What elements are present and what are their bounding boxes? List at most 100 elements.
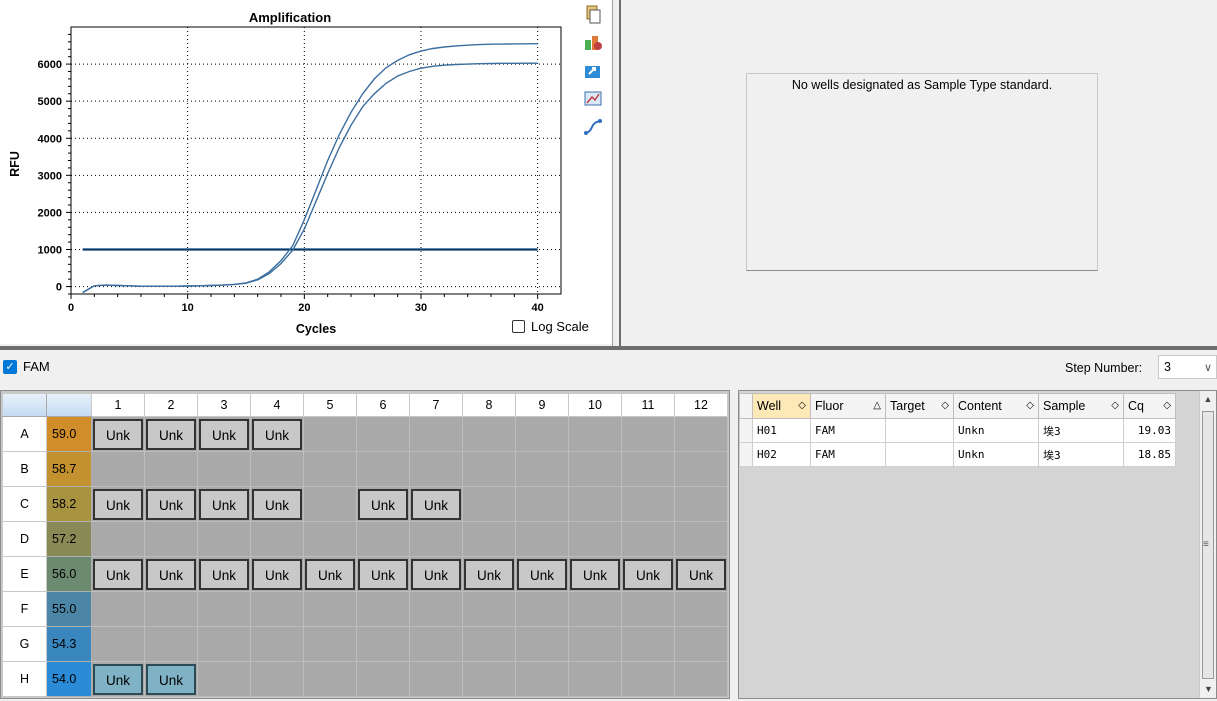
plate-well[interactable] bbox=[515, 661, 569, 697]
plate-well[interactable] bbox=[515, 591, 569, 627]
plate-well[interactable]: Unk bbox=[568, 556, 622, 592]
plot-area[interactable] bbox=[70, 26, 562, 295]
plate-row-header[interactable]: G bbox=[2, 626, 47, 662]
plate-well[interactable] bbox=[462, 626, 516, 662]
plate-column-header[interactable]: 1 bbox=[91, 393, 145, 417]
copy-icon[interactable] bbox=[582, 4, 604, 26]
plate-well[interactable] bbox=[515, 416, 569, 452]
column-header-target[interactable]: Target ◇ bbox=[885, 393, 954, 419]
plate-well[interactable] bbox=[197, 661, 251, 697]
plate-well[interactable] bbox=[409, 451, 463, 487]
plate-well[interactable]: Unk bbox=[197, 416, 251, 452]
plate-well[interactable] bbox=[568, 416, 622, 452]
plate-well[interactable] bbox=[515, 521, 569, 557]
plate-well[interactable] bbox=[197, 451, 251, 487]
plate-well[interactable] bbox=[621, 591, 675, 627]
plate-column-header[interactable]: 6 bbox=[356, 393, 410, 417]
plate-well[interactable] bbox=[197, 626, 251, 662]
plate-well[interactable] bbox=[568, 521, 622, 557]
plate-well[interactable] bbox=[409, 416, 463, 452]
plate-well[interactable]: Unk bbox=[91, 556, 145, 592]
plate-well[interactable] bbox=[674, 661, 728, 697]
plate-well[interactable]: Unk bbox=[144, 556, 198, 592]
plate-well[interactable] bbox=[144, 626, 198, 662]
plate-well[interactable]: Unk bbox=[356, 556, 410, 592]
plate-well[interactable] bbox=[356, 661, 410, 697]
sort-icon[interactable]: ◇ bbox=[798, 400, 806, 411]
column-header-cq[interactable]: Cq ◇ bbox=[1123, 393, 1176, 419]
scroll-up-icon[interactable]: ▲ bbox=[1200, 391, 1216, 408]
plate-well[interactable] bbox=[303, 521, 357, 557]
plate-well[interactable] bbox=[356, 451, 410, 487]
plate-column-header[interactable]: 10 bbox=[568, 393, 622, 417]
plate-well[interactable]: Unk bbox=[303, 556, 357, 592]
plate-well[interactable]: Unk bbox=[144, 416, 198, 452]
scroll-down-icon[interactable]: ▼ bbox=[1200, 681, 1217, 698]
plate-well[interactable]: Unk bbox=[515, 556, 569, 592]
plate-well[interactable] bbox=[356, 521, 410, 557]
plate-well[interactable] bbox=[356, 416, 410, 452]
plate-well[interactable]: Unk bbox=[250, 486, 304, 522]
step-number-select[interactable]: 3 ∨ bbox=[1158, 355, 1217, 379]
horizontal-splitter[interactable] bbox=[0, 346, 1217, 350]
plate-well[interactable] bbox=[144, 521, 198, 557]
plate-well[interactable] bbox=[356, 591, 410, 627]
plate-well[interactable] bbox=[621, 661, 675, 697]
plate-well[interactable] bbox=[303, 626, 357, 662]
plate-well[interactable] bbox=[91, 521, 145, 557]
plate-well[interactable] bbox=[621, 626, 675, 662]
plate-well[interactable] bbox=[144, 451, 198, 487]
plate-well[interactable] bbox=[356, 626, 410, 662]
column-header-well[interactable]: Well ◇ bbox=[752, 393, 811, 419]
plate-well[interactable] bbox=[568, 591, 622, 627]
plate-well[interactable] bbox=[515, 626, 569, 662]
plate-column-header[interactable]: 5 bbox=[303, 393, 357, 417]
log-scale-toggle[interactable]: Log Scale bbox=[512, 319, 589, 334]
plate-column-header[interactable]: 11 bbox=[621, 393, 675, 417]
plate-well[interactable]: Unk bbox=[621, 556, 675, 592]
plate-row-header[interactable]: C bbox=[2, 486, 47, 522]
row-selector[interactable] bbox=[739, 442, 753, 467]
plate-well[interactable]: Unk bbox=[91, 416, 145, 452]
plate-well[interactable]: Unk bbox=[674, 556, 728, 592]
results-row[interactable]: H02 FAM Unkn 埃3 18.85 bbox=[739, 442, 1176, 467]
plate-well[interactable] bbox=[568, 486, 622, 522]
plate-well[interactable] bbox=[250, 626, 304, 662]
plate-well[interactable] bbox=[250, 661, 304, 697]
sort-icon[interactable]: ◇ bbox=[1111, 400, 1119, 411]
baseline-curve-icon[interactable] bbox=[582, 116, 604, 138]
plate-well[interactable] bbox=[303, 451, 357, 487]
plate-well[interactable] bbox=[621, 416, 675, 452]
sort-icon[interactable]: ◇ bbox=[941, 400, 949, 411]
plate-row-header[interactable]: F bbox=[2, 591, 47, 627]
plate-well[interactable]: Unk bbox=[144, 661, 198, 697]
plate-column-header[interactable]: 12 bbox=[674, 393, 728, 417]
plate-well[interactable] bbox=[621, 521, 675, 557]
plate-well[interactable] bbox=[462, 591, 516, 627]
plate-well[interactable] bbox=[91, 451, 145, 487]
plate-well[interactable] bbox=[462, 521, 516, 557]
plate-well[interactable] bbox=[515, 451, 569, 487]
plate-well[interactable] bbox=[462, 486, 516, 522]
plate-column-header[interactable]: 3 bbox=[197, 393, 251, 417]
column-header-content[interactable]: Content ◇ bbox=[953, 393, 1039, 419]
plate-well[interactable] bbox=[674, 591, 728, 627]
plate-well[interactable] bbox=[303, 591, 357, 627]
plate-row-header[interactable]: A bbox=[2, 416, 47, 452]
plate-column-header[interactable]: 7 bbox=[409, 393, 463, 417]
column-header-sample[interactable]: Sample ◇ bbox=[1038, 393, 1124, 419]
plate-well[interactable] bbox=[462, 661, 516, 697]
plate-well[interactable] bbox=[674, 416, 728, 452]
plate-well[interactable] bbox=[409, 661, 463, 697]
plate-row-header[interactable]: B bbox=[2, 451, 47, 487]
plate-well[interactable]: Unk bbox=[91, 486, 145, 522]
plate-well[interactable] bbox=[674, 486, 728, 522]
plate-well[interactable] bbox=[144, 591, 198, 627]
plate-row-header[interactable]: E bbox=[2, 556, 47, 592]
log-scale-checkbox[interactable] bbox=[512, 320, 525, 333]
plate-well[interactable]: Unk bbox=[250, 556, 304, 592]
plate-well[interactable] bbox=[197, 591, 251, 627]
plate-well[interactable]: Unk bbox=[409, 486, 463, 522]
vertical-scrollbar[interactable]: ▲ ≡ ▼ bbox=[1199, 391, 1216, 698]
plate-column-header[interactable]: 2 bbox=[144, 393, 198, 417]
